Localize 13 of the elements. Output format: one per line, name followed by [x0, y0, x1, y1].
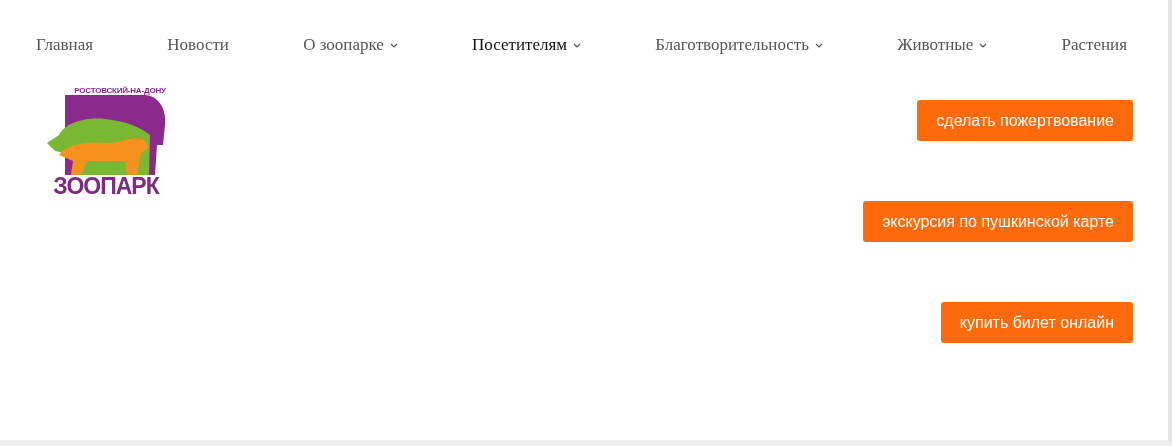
logo-name: ЗООПАРК: [53, 173, 159, 200]
chevron-down-icon: [979, 42, 988, 48]
nav-link[interactable]: Новости: [167, 35, 229, 55]
nav-link[interactable]: Посетителям: [472, 35, 582, 55]
nav-link[interactable]: О зоопарке: [303, 35, 398, 55]
nav-link[interactable]: Растения: [1061, 35, 1127, 55]
nav-link[interactable]: Главная: [36, 35, 94, 55]
logo-city: РОСТОВСКИЙ-НА-ДОНУ: [74, 86, 166, 95]
chevron-down-icon: [573, 42, 582, 48]
chevron-down-icon: [389, 42, 398, 48]
nav-link[interactable]: Животные: [897, 35, 988, 55]
nav-link[interactable]: Благотворительность: [655, 35, 824, 55]
chevron-down-icon: [815, 42, 824, 48]
